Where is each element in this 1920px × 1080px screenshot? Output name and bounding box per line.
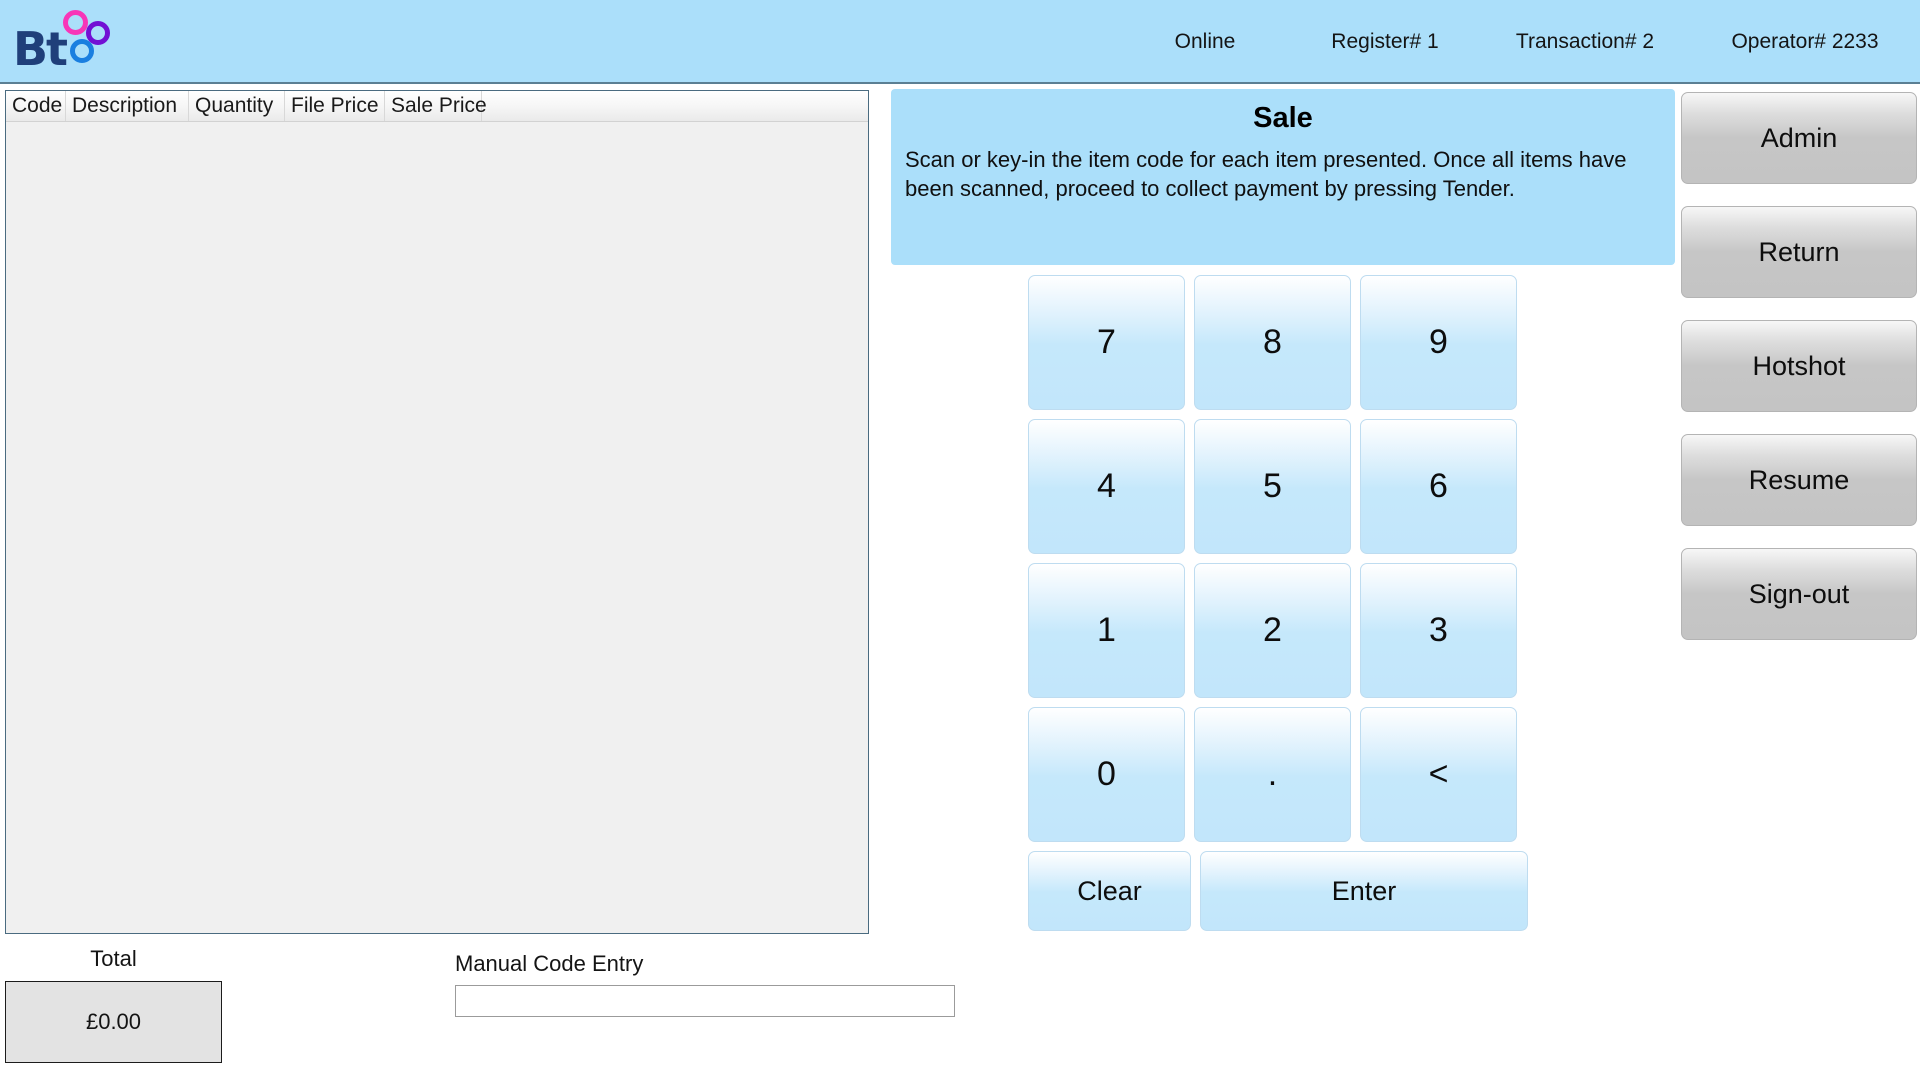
admin-button[interactable]: Admin	[1681, 92, 1917, 184]
keypad-enter-button[interactable]: Enter	[1200, 851, 1528, 931]
item-list-panel[interactable]: Code Description Quantity File Price Sal…	[5, 90, 869, 934]
resume-button[interactable]: Resume	[1681, 434, 1917, 526]
keypad-key-0[interactable]: 0	[1028, 707, 1185, 842]
keypad-key-decimal[interactable]: .	[1194, 707, 1351, 842]
keypad-key-7[interactable]: 7	[1028, 275, 1185, 410]
keypad-key-1[interactable]: 1	[1028, 563, 1185, 698]
status-operator: Operator# 2233	[1731, 30, 1879, 53]
keypad-key-3[interactable]: 3	[1360, 563, 1517, 698]
status-transaction: Transaction# 2	[1515, 30, 1655, 53]
column-header-file-price[interactable]: File Price	[285, 91, 385, 121]
keypad-key-5[interactable]: 5	[1194, 419, 1351, 554]
logo-ring-blue-icon	[70, 39, 94, 63]
manual-code-entry-label: Manual Code Entry	[455, 951, 644, 976]
keypad-key-6[interactable]: 6	[1360, 419, 1517, 554]
hotshot-button[interactable]: Hotshot	[1681, 320, 1917, 412]
logo-ring-pink-icon	[63, 10, 88, 35]
status-strip: Online Register# 1 Transaction# 2 Operat…	[1120, 0, 1920, 84]
column-header-sale-price[interactable]: Sale Price	[385, 91, 487, 121]
keypad-row: 4 5 6	[1028, 419, 1528, 554]
pos-sale-screen: Bt Online Register# 1 Transaction# 2 Ope…	[0, 0, 1920, 1080]
keypad-key-9[interactable]: 9	[1360, 275, 1517, 410]
keypad-key-8[interactable]: 8	[1194, 275, 1351, 410]
item-list-body[interactable]	[6, 122, 868, 933]
column-header-quantity[interactable]: Quantity	[189, 91, 285, 121]
keypad-key-backspace-icon[interactable]: <	[1360, 707, 1517, 842]
keypad-row: 0 . <	[1028, 707, 1528, 842]
logo-text: Bt	[13, 22, 68, 76]
app-header: Bt Online Register# 1 Transaction# 2 Ope…	[0, 0, 1920, 84]
status-connection: Online	[1174, 30, 1236, 53]
column-header-filler	[482, 91, 868, 121]
sign-out-button[interactable]: Sign-out	[1681, 548, 1917, 640]
numeric-keypad: 7 8 9 4 5 6 1 2 3 0 . < Clear Enter	[1028, 275, 1528, 945]
action-button-column: Admin Return Hotshot Resume Sign-out	[1681, 92, 1917, 662]
sale-panel-title: Sale	[1253, 102, 1313, 134]
item-list-header-row: Code Description Quantity File Price Sal…	[6, 91, 868, 122]
manual-code-entry-input[interactable]	[455, 985, 955, 1017]
total-box: £0.00	[5, 981, 222, 1063]
return-button[interactable]: Return	[1681, 206, 1917, 298]
keypad-key-2[interactable]: 2	[1194, 563, 1351, 698]
keypad-clear-button[interactable]: Clear	[1028, 851, 1191, 931]
column-header-description[interactable]: Description	[66, 91, 189, 121]
sale-panel-instructions: Scan or key-in the item code for each it…	[905, 146, 1627, 202]
total-value: £0.00	[85, 1009, 142, 1034]
brand-logo: Bt	[10, 4, 120, 74]
keypad-key-4[interactable]: 4	[1028, 419, 1185, 554]
column-header-code[interactable]: Code	[6, 91, 66, 121]
status-register: Register# 1	[1331, 30, 1439, 53]
keypad-row: 7 8 9	[1028, 275, 1528, 410]
keypad-row: 1 2 3	[1028, 563, 1528, 698]
total-label: Total	[90, 946, 137, 971]
sale-info-panel: Sale Scan or key-in the item code for ea…	[891, 89, 1675, 265]
keypad-row: Clear Enter	[1028, 851, 1528, 931]
